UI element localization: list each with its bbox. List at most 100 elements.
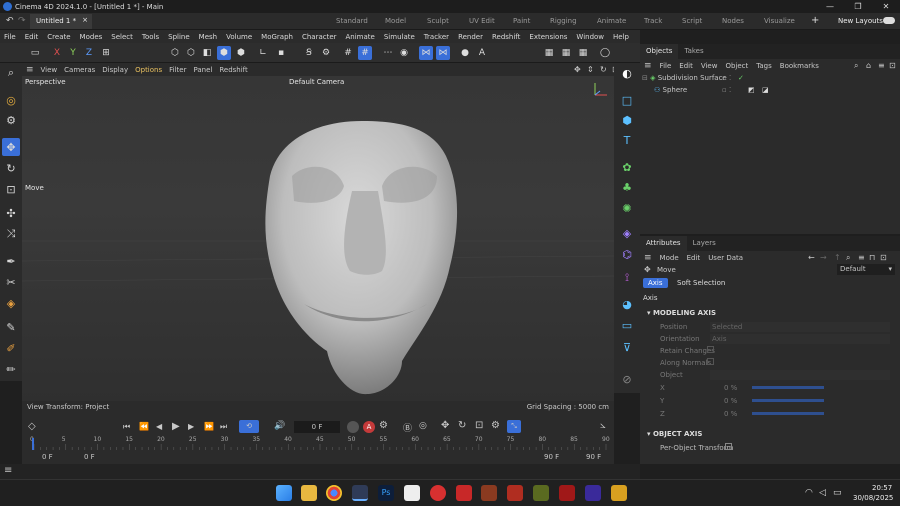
workplane-icon[interactable]: ⋯ bbox=[381, 46, 395, 60]
redo-icon[interactable]: ↷ bbox=[18, 16, 26, 26]
preview-end-field[interactable]: 90 F bbox=[544, 453, 559, 461]
app-icon[interactable] bbox=[585, 485, 601, 501]
retain-changes-checkbox[interactable] bbox=[707, 346, 714, 353]
tab-takes[interactable]: Takes bbox=[678, 44, 709, 59]
snap-icon[interactable]: # bbox=[341, 46, 355, 60]
preview-start-field[interactable]: 0 F bbox=[84, 453, 95, 461]
app-icon[interactable] bbox=[533, 485, 549, 501]
effector-icon[interactable]: ✺ bbox=[618, 199, 636, 217]
vp-menu-view[interactable]: View bbox=[41, 66, 58, 74]
start-frame-field[interactable]: 0 F bbox=[42, 453, 53, 461]
menu-create[interactable]: Create bbox=[47, 33, 70, 41]
vp-menu-cameras[interactable]: Cameras bbox=[64, 66, 95, 74]
extrude-icon[interactable]: ◈ bbox=[2, 294, 20, 312]
object-link-field[interactable] bbox=[710, 370, 890, 380]
prev-frame-icon[interactable]: ◀ bbox=[156, 422, 162, 431]
menu-extensions[interactable]: Extensions bbox=[529, 33, 567, 41]
edges-mode-icon[interactable]: ⬡ bbox=[184, 46, 198, 60]
points-mode-icon[interactable]: ⬡ bbox=[168, 46, 182, 60]
menu-edit[interactable]: Edit bbox=[25, 33, 39, 41]
battery-icon[interactable]: ▭ bbox=[833, 488, 842, 498]
render-picture-icon[interactable]: ▦ bbox=[559, 46, 573, 60]
place-tool-icon[interactable]: ⤨ bbox=[2, 225, 20, 243]
start-icon[interactable] bbox=[276, 485, 292, 501]
vp-menu-redshift[interactable]: Redshift bbox=[219, 66, 247, 74]
app-icon[interactable] bbox=[430, 485, 446, 501]
search-icon[interactable]: ⌕ bbox=[2, 64, 20, 82]
obj-menu-bookmarks[interactable]: Bookmarks bbox=[780, 62, 819, 70]
axis-z-lock[interactable]: Z bbox=[82, 46, 96, 60]
tab-objects[interactable]: Objects bbox=[640, 44, 679, 59]
cube-icon[interactable]: □ bbox=[618, 91, 636, 109]
world-space-icon[interactable]: ⊞ bbox=[99, 46, 113, 60]
go-to-end-icon[interactable]: ⏭ bbox=[220, 422, 227, 432]
lock-icon[interactable]: ⊓ bbox=[869, 253, 875, 262]
app-icon[interactable] bbox=[481, 485, 497, 501]
menu-help[interactable]: Help bbox=[613, 33, 629, 41]
record-icon[interactable] bbox=[347, 421, 359, 433]
forward-arrow-icon[interactable]: → bbox=[820, 253, 827, 262]
texture-tag-icon[interactable]: ◪ bbox=[762, 86, 769, 94]
orientation-dropdown[interactable]: Axis bbox=[710, 334, 890, 344]
search-icon[interactable]: ⌕ bbox=[854, 61, 858, 71]
palette-icon[interactable]: ◐ bbox=[618, 64, 636, 82]
transform-tool-icon[interactable]: ✣ bbox=[2, 204, 20, 222]
symmetry-icon[interactable]: ⚙ bbox=[319, 46, 333, 60]
back-arrow-icon[interactable]: ← bbox=[808, 253, 815, 262]
hamburger-icon[interactable]: ≡ bbox=[26, 65, 34, 75]
layout-script[interactable]: Script bbox=[682, 17, 702, 25]
wifi-icon[interactable]: ◠ bbox=[805, 488, 813, 498]
new-window-icon[interactable]: ⊡ bbox=[889, 61, 896, 70]
position-dropdown[interactable]: Selected bbox=[710, 322, 890, 332]
obj-menu-tags[interactable]: Tags bbox=[756, 62, 772, 70]
z-value[interactable]: 0 % bbox=[724, 410, 737, 418]
current-frame-field[interactable]: 0 F bbox=[294, 421, 340, 433]
minimize-button[interactable]: — bbox=[816, 0, 844, 13]
app-icon[interactable] bbox=[611, 485, 627, 501]
deformer-icon[interactable]: ◈ bbox=[618, 224, 636, 242]
text-icon[interactable]: T bbox=[618, 131, 636, 149]
menu-animate[interactable]: Animate bbox=[346, 33, 375, 41]
layout-visualize[interactable]: Visualize bbox=[764, 17, 795, 25]
preset-dropdown[interactable]: Default ▾ bbox=[837, 264, 895, 275]
keyframe-selection-icon[interactable]: ⚙ bbox=[379, 420, 388, 431]
solo-hierarchy-icon[interactable]: ⋈ bbox=[436, 46, 450, 60]
render-view-icon[interactable]: ▦ bbox=[542, 46, 556, 60]
redshift-rv-icon[interactable]: ◯ bbox=[598, 46, 612, 60]
attr-menu-mode[interactable]: Mode bbox=[660, 254, 679, 262]
clock-time[interactable]: 20:57 bbox=[872, 484, 892, 492]
go-to-start-icon[interactable]: ⏮ bbox=[123, 422, 130, 432]
filter-icon[interactable]: ≡ bbox=[878, 61, 885, 70]
enabled-check-icon[interactable]: ✓ bbox=[738, 74, 744, 82]
edit-render-settings-icon[interactable]: ▦ bbox=[576, 46, 590, 60]
rotate-tool-icon[interactable]: ↻ bbox=[2, 159, 20, 177]
position-key-icon[interactable]: ✥ bbox=[441, 420, 449, 431]
group-object-axis[interactable]: ▾ OBJECT AXIS bbox=[647, 430, 702, 438]
primitive-icon[interactable]: ⬢ bbox=[618, 111, 636, 129]
move-axis-icon[interactable]: ⚙ bbox=[2, 111, 20, 129]
filter-icon[interactable]: ≡ bbox=[858, 253, 865, 262]
model-mode-icon[interactable]: ⬢ bbox=[217, 46, 231, 60]
axis-x-lock[interactable]: X bbox=[50, 46, 64, 60]
app-icon[interactable] bbox=[507, 485, 523, 501]
menu-tracker[interactable]: Tracker bbox=[424, 33, 449, 41]
object-name[interactable]: Sphere bbox=[663, 86, 688, 94]
app-icon[interactable] bbox=[559, 485, 575, 501]
document-tab[interactable]: Untitled 1 * × bbox=[30, 14, 92, 29]
list-item[interactable]: ⊟ ◈ Subdivision Surface ▫ ⁚ ✓ bbox=[642, 74, 898, 85]
generator-icon[interactable]: ✿ bbox=[618, 158, 636, 176]
camera-label[interactable]: Default Camera bbox=[289, 78, 344, 86]
light-icon[interactable]: ◕ bbox=[618, 295, 636, 313]
layout-sculpt[interactable]: Sculpt bbox=[427, 17, 449, 25]
axis-mode-icon[interactable]: ∟ bbox=[256, 46, 270, 60]
obj-menu-object[interactable]: Object bbox=[725, 62, 748, 70]
clock-date[interactable]: 30/08/2025 bbox=[853, 494, 893, 502]
y-value[interactable]: 0 % bbox=[724, 397, 737, 405]
layout-animate[interactable]: Animate bbox=[597, 17, 626, 25]
menu-tools[interactable]: Tools bbox=[142, 33, 159, 41]
z-slider[interactable] bbox=[752, 412, 824, 415]
coordinate-system-icon[interactable]: ▭ bbox=[28, 46, 42, 60]
subtab-axis[interactable]: Axis bbox=[643, 278, 668, 288]
locked-workplane-icon[interactable]: ◉ bbox=[397, 46, 411, 60]
scale-tool-icon[interactable]: ⊡ bbox=[2, 180, 20, 198]
